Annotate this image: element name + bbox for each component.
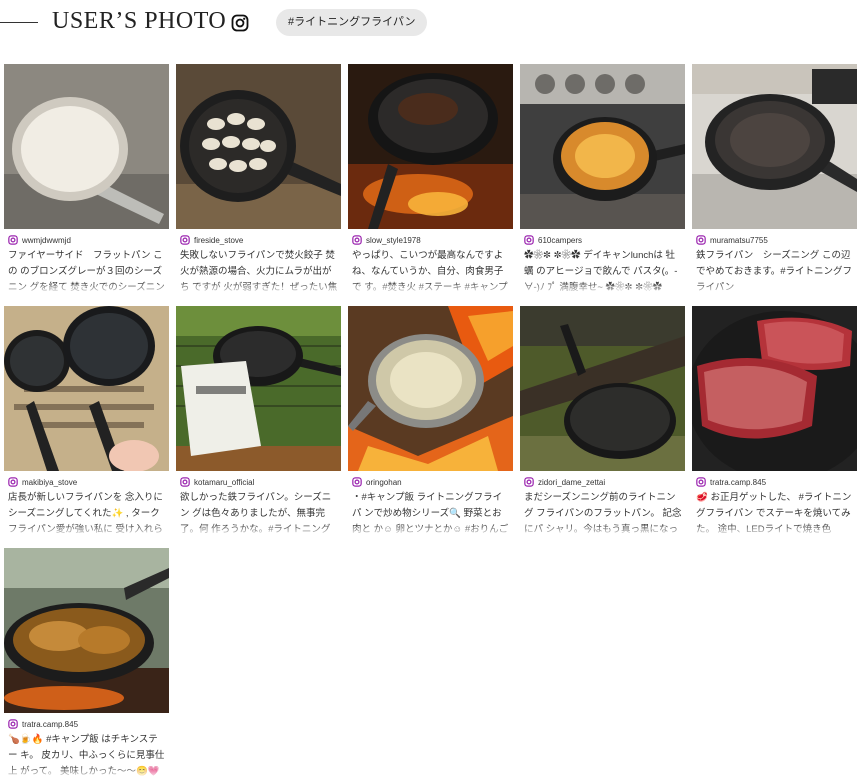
post-username[interactable]: zidori_dame_zettai (524, 476, 605, 488)
post-caption: 🥩 お正月ゲットした、 #ライトニン グフライパン でステーキを焼いてみ た。 … (696, 490, 854, 538)
instagram-icon (696, 235, 706, 245)
instagram-icon (8, 477, 18, 487)
photo-thumbnail[interactable] (176, 64, 341, 229)
post-username[interactable]: 610campers (524, 234, 582, 246)
post-username[interactable]: kotamaru_official (180, 476, 254, 488)
post-username[interactable]: tratra.camp.845 (696, 476, 766, 488)
instagram-icon (180, 235, 190, 245)
instagram-icon (8, 719, 18, 729)
post-caption: 鉄フライパン シーズニング この辺 でやめておきます。#ライトニングフ ライパン (696, 248, 854, 296)
page-title: USER’S PHOTO (52, 8, 227, 34)
post-username[interactable]: muramatsu7755 (696, 234, 768, 246)
photo-thumbnail[interactable] (348, 306, 513, 471)
post-caption: 🍗🍺🔥 #キャンプ飯 はチキンステー キ。 皮カリ、中ふっくらに見事仕上 がって… (8, 732, 166, 780)
instagram-icon (524, 235, 534, 245)
page-header: USER’S PHOTO #ライトニングフライパン (0, 0, 860, 60)
photo-thumbnail[interactable] (692, 306, 857, 471)
photo-thumbnail[interactable] (176, 306, 341, 471)
post-caption: ファイヤーサイド フラットパン この のブロンズグレーが３回のシーズニン グを経… (8, 248, 166, 296)
instagram-icon[interactable] (231, 14, 249, 32)
post-caption: 店長が新しいフライパンを 念入りに シーズニングしてくれた✨ , ターク フライ… (8, 490, 166, 538)
instagram-icon (352, 235, 362, 245)
photo-thumbnail[interactable] (4, 548, 169, 713)
instagram-icon (524, 477, 534, 487)
photo-thumbnail[interactable] (4, 64, 169, 229)
post-username[interactable]: makibiya_stove (8, 476, 77, 488)
hashtag-filter-chip[interactable]: #ライトニングフライパン (276, 9, 428, 36)
post-username[interactable]: slow_style1978 (352, 234, 421, 246)
post-caption: ✿❀✼ ✼❀✿ デイキャンlunchは 牡蠣 のアヒージョで飲んで パスタ(。-… (524, 248, 682, 296)
instagram-icon (8, 235, 18, 245)
photo-thumbnail[interactable] (520, 306, 685, 471)
post-caption: ・#キャンプ飯 ライトニングフライパ ンで炒め物シリーズ🔍 野菜とお肉と か☺ … (352, 490, 510, 538)
post-username[interactable]: oringohan (352, 476, 402, 488)
photo-thumbnail[interactable] (348, 64, 513, 229)
post-username[interactable]: tratra.camp.845 (8, 718, 78, 730)
post-username[interactable]: wwmjdwwmjd (8, 234, 71, 246)
instagram-icon (696, 477, 706, 487)
photo-thumbnail[interactable] (520, 64, 685, 229)
post-caption: やっぱり、こいつが最高なんですよ ね、なんていうか、自分、肉食男子で す。#焚き… (352, 248, 510, 296)
photo-thumbnail[interactable] (692, 64, 857, 229)
instagram-icon (180, 477, 190, 487)
post-username[interactable]: fireside_stove (180, 234, 243, 246)
post-caption: まだシーズンニング前のライトニング フライパンのフラットパン。 記念にパ シャリ… (524, 490, 682, 538)
header-rule (0, 22, 38, 23)
post-caption: 失敗しないフライパンで焚火餃子 焚 火が熱源の場合、火力にムラが出がち ですが … (180, 248, 338, 296)
post-caption: 欲しかった鉄フライパン。シーズニン グは色々ありましたが、無事完了。何 作ろうか… (180, 490, 338, 538)
instagram-icon (352, 477, 362, 487)
photo-thumbnail[interactable] (4, 306, 169, 471)
